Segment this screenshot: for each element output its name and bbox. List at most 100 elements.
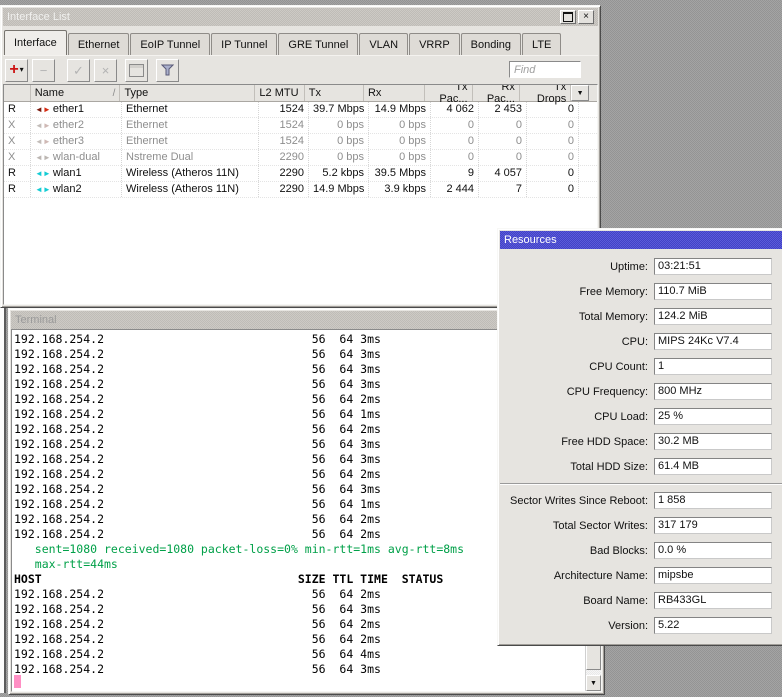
add-button[interactable]: + ▾ bbox=[5, 58, 28, 82]
interface-list-title: Interface List bbox=[7, 11, 70, 23]
header-tx-drops[interactable]: Tx Drops bbox=[520, 85, 572, 105]
header-tx-packet[interactable]: Tx Pac... bbox=[425, 85, 473, 105]
interface-flag: X bbox=[4, 134, 31, 149]
header-flag-column[interactable] bbox=[4, 85, 31, 101]
interface-table-header: Name / Type L2 MTU Tx Rx Tx Pac... Rx Pa… bbox=[4, 85, 597, 105]
comment-icon bbox=[129, 63, 144, 77]
terminal-line: 192.168.254.2 56 64 3ms bbox=[14, 662, 381, 676]
resource-field-value[interactable]: 317 179 bbox=[654, 517, 772, 534]
tab[interactable]: GRE Tunnel bbox=[278, 33, 359, 55]
resource-field-value[interactable]: 124.2 MiB bbox=[654, 308, 772, 325]
resources-separator bbox=[500, 483, 782, 485]
interface-list-toolbar: + ▾ − ✓ × bbox=[3, 55, 598, 84]
tab[interactable]: Ethernet bbox=[67, 33, 130, 55]
interface-tx: 0 bps bbox=[309, 150, 369, 165]
resource-field: CPU Count: 1 bbox=[500, 358, 782, 375]
interface-type: Ethernet bbox=[122, 102, 259, 117]
interface-name: wlan-dual bbox=[52, 151, 100, 163]
interface-type: Ethernet bbox=[122, 118, 259, 133]
disable-button[interactable]: × bbox=[94, 58, 117, 82]
scrollbar-thumb[interactable] bbox=[586, 643, 601, 670]
tab[interactable]: LTE bbox=[522, 33, 562, 55]
column-select-button[interactable]: ▼ bbox=[571, 85, 590, 101]
tab[interactable]: Interface bbox=[4, 30, 67, 55]
find-input[interactable] bbox=[509, 61, 581, 78]
interface-row[interactable]: X ◄ ► wlan-dual Nstreme Dual 2290 0 bps 0 … bbox=[4, 150, 597, 166]
interface-tx-drops: 0 bbox=[527, 150, 579, 165]
resource-field-label: CPU Count: bbox=[589, 360, 648, 373]
filter-button[interactable] bbox=[156, 58, 179, 82]
row-spacer bbox=[579, 150, 597, 165]
interface-tx-packet: 0 bbox=[431, 134, 479, 149]
header-name[interactable]: Name / bbox=[31, 85, 121, 101]
interface-name-cell: ◄ ► ether3 bbox=[31, 134, 122, 149]
scroll-down-button[interactable]: ▼ bbox=[586, 675, 601, 691]
interface-row[interactable]: R ◄ ► ether1 Ethernet 1524 39.7 Mbps 14.9 … bbox=[4, 102, 597, 118]
resource-field-value[interactable]: 61.4 MB bbox=[654, 458, 772, 475]
resource-field-value[interactable]: mipsbe bbox=[654, 567, 772, 584]
resource-field-label: Architecture Name: bbox=[553, 569, 648, 582]
window-controls: × bbox=[560, 10, 594, 24]
interface-type: Nstreme Dual bbox=[122, 150, 259, 165]
tab[interactable]: VRRP bbox=[409, 33, 460, 55]
resource-field: Version: 5.22 bbox=[500, 617, 782, 634]
enable-button[interactable]: ✓ bbox=[67, 58, 90, 82]
interface-rx: 3.9 kbps bbox=[369, 182, 431, 197]
tab-label: LTE bbox=[532, 38, 552, 51]
tab[interactable]: IP Tunnel bbox=[211, 33, 278, 55]
resources-fields-bottom: Sector Writes Since Reboot: 1 858 Total … bbox=[500, 492, 782, 634]
interface-flag: R bbox=[4, 102, 31, 117]
resource-field: CPU Load: 25 % bbox=[500, 408, 782, 425]
filter-funnel-icon bbox=[161, 64, 174, 76]
interface-row[interactable]: X ◄ ► ether2 Ethernet 1524 0 bps 0 bps 0 0… bbox=[4, 118, 597, 134]
resources-titlebar[interactable]: Resources bbox=[500, 231, 782, 249]
interface-icon: ◄ ► bbox=[35, 118, 51, 133]
tab-label: VRRP bbox=[419, 38, 450, 51]
header-rx-packet[interactable]: Rx Pac... bbox=[473, 85, 520, 105]
interface-icon-right-arrow: ► bbox=[42, 105, 51, 114]
comment-button[interactable] bbox=[125, 58, 148, 82]
resource-field: Bad Blocks: 0.0 % bbox=[500, 542, 782, 559]
resource-field-value[interactable]: MIPS 24Kc V7.4 bbox=[654, 333, 772, 350]
interface-name: ether3 bbox=[52, 135, 85, 147]
resource-field-value[interactable]: 03:21:51 bbox=[654, 258, 772, 275]
interface-row[interactable]: R ◄ ► wlan2 Wireless (Atheros 11N) 2290 14… bbox=[4, 182, 597, 198]
resource-field-label: Free Memory: bbox=[579, 285, 648, 298]
interface-row[interactable]: R ◄ ► wlan1 Wireless (Atheros 11N) 2290 5.… bbox=[4, 166, 597, 182]
resource-field-value[interactable]: 25 % bbox=[654, 408, 772, 425]
interface-list-titlebar[interactable]: Interface List × bbox=[3, 8, 598, 26]
resource-field-value[interactable]: 0.0 % bbox=[654, 542, 772, 559]
maximize-button[interactable] bbox=[560, 10, 576, 24]
resource-field-label: Total HDD Size: bbox=[570, 460, 648, 473]
tab[interactable]: Bonding bbox=[460, 33, 522, 55]
column-select-caret-icon: ▼ bbox=[576, 89, 584, 97]
interface-flag: R bbox=[4, 166, 31, 181]
header-rx[interactable]: Rx bbox=[364, 85, 426, 101]
interface-tx: 39.7 Mbps bbox=[309, 102, 369, 117]
cross-icon: × bbox=[101, 62, 110, 78]
interface-tx-drops: 0 bbox=[527, 166, 579, 181]
resource-field-value[interactable]: 800 MHz bbox=[654, 383, 772, 400]
tab[interactable]: EoIP Tunnel bbox=[130, 33, 211, 55]
header-type[interactable]: Type bbox=[120, 85, 256, 101]
tab[interactable]: VLAN bbox=[359, 33, 409, 55]
resource-field-value[interactable]: 110.7 MiB bbox=[654, 283, 772, 300]
resource-field-value[interactable]: 5.22 bbox=[654, 617, 772, 634]
resources-body: Uptime: 03:21:51 Free Memory: 110.7 MiB … bbox=[500, 249, 782, 643]
resource-field-value[interactable]: 1 858 bbox=[654, 492, 772, 509]
interface-icon-right-arrow: ► bbox=[42, 153, 51, 162]
resource-field-label: Uptime: bbox=[610, 260, 648, 273]
resource-field-value[interactable]: 30.2 MB bbox=[654, 433, 772, 450]
resource-field-value[interactable]: RB433GL bbox=[654, 592, 772, 609]
header-l2mtu[interactable]: L2 MTU bbox=[255, 85, 305, 101]
interface-rx-packet: 0 bbox=[479, 150, 527, 165]
interface-name-cell: ◄ ► wlan-dual bbox=[31, 150, 122, 165]
interface-tx-drops: 0 bbox=[527, 118, 579, 133]
interface-row[interactable]: X ◄ ► ether3 Ethernet 1524 0 bps 0 bps 0 0… bbox=[4, 134, 597, 150]
remove-button[interactable]: − bbox=[32, 58, 55, 82]
resource-field-value[interactable]: 1 bbox=[654, 358, 772, 375]
close-button[interactable]: × bbox=[578, 10, 594, 24]
resource-field-label: CPU Frequency: bbox=[566, 385, 648, 398]
header-tx[interactable]: Tx bbox=[305, 85, 364, 101]
terminal-cursor-line bbox=[14, 674, 21, 689]
